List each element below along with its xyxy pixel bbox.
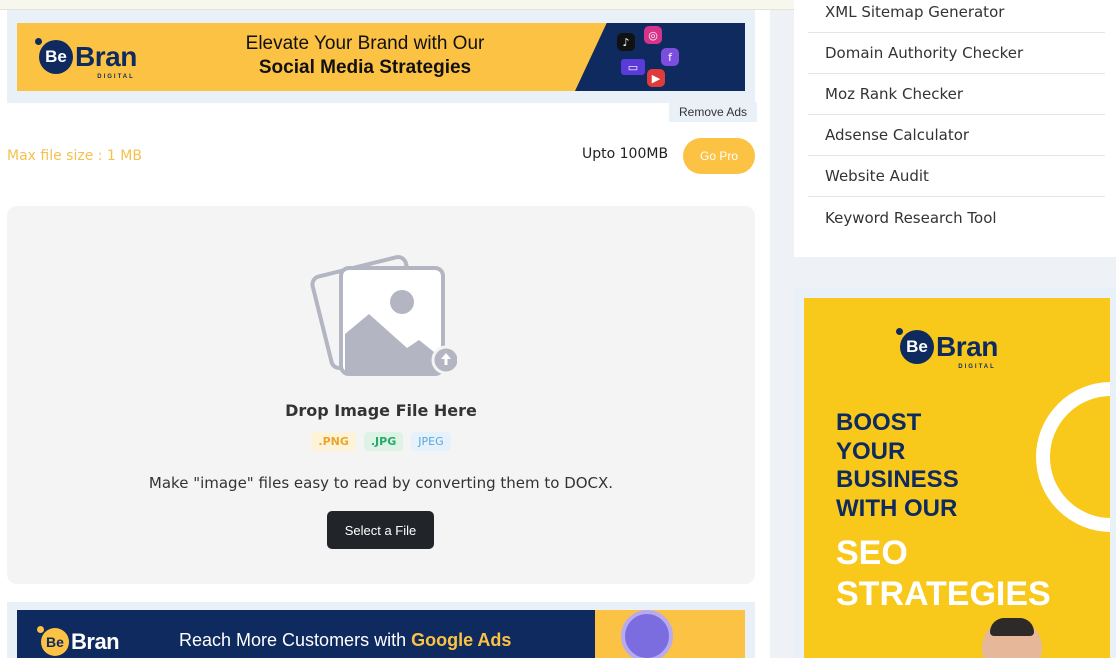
tools-list: XML Sitemap Generator Domain Authority C… bbox=[808, 0, 1105, 238]
instagram-icon: ◎ bbox=[644, 26, 662, 44]
format-badge-png: .PNG bbox=[311, 432, 356, 451]
file-dropzone[interactable]: Drop Image File Here .PNG .JPG JPEG Make… bbox=[7, 206, 755, 584]
bottom-ad-banner[interactable]: Be Bran Reach More Customers with Google… bbox=[17, 610, 745, 658]
ad-headline-line2: Social Media Strategies bbox=[258, 57, 472, 78]
tiktok-icon: ♪ bbox=[617, 33, 635, 51]
top-ad-container: Be Bran DIGITAL Elevate Your Brand with … bbox=[7, 10, 755, 103]
logo-dot bbox=[35, 38, 42, 45]
logo-bran: Bran bbox=[71, 629, 120, 654]
logo-bran: Bran bbox=[936, 331, 998, 362]
dropzone-title: Drop Image File Here bbox=[285, 401, 477, 420]
remove-ads-button[interactable]: Remove Ads bbox=[669, 102, 758, 122]
logo-be: Be bbox=[39, 40, 73, 74]
facebook-icon: f bbox=[661, 48, 679, 66]
logo-sub: DIGITAL bbox=[97, 74, 135, 80]
side-ad-boost-text: BOOST YOUR BUSINESS WITH OUR bbox=[836, 409, 959, 523]
phone-icon: ▭ bbox=[621, 59, 645, 75]
sidebar-item-keyword-research[interactable]: Keyword Research Tool bbox=[808, 197, 1105, 238]
dropzone-description: Make "image" files easy to read by conve… bbox=[148, 474, 614, 492]
bottom-ad-highlight: Google Ads bbox=[411, 630, 512, 650]
ad-headline: Elevate Your Brand with Our Social Media… bbox=[235, 33, 495, 79]
select-file-button[interactable]: Select a File bbox=[327, 511, 434, 549]
tools-sidebar: XML Sitemap Generator Domain Authority C… bbox=[794, 0, 1116, 257]
person-hair bbox=[990, 618, 1034, 636]
logo-sub: DIGITAL bbox=[958, 364, 996, 370]
bottom-ad-headline: Reach More Customers with Google Ads bbox=[179, 630, 511, 651]
ad-headline-line1: Elevate Your Brand with Our bbox=[245, 33, 485, 54]
format-badge-jpg: .JPG bbox=[363, 432, 404, 451]
image-upload-icon bbox=[310, 255, 457, 376]
logo-dot bbox=[896, 328, 903, 335]
seo-line: SEO bbox=[836, 534, 908, 572]
youtube-icon: ▶ bbox=[647, 69, 665, 87]
side-ad-container: Be Bran DIGITAL BOOST YOUR BUSINESS WITH… bbox=[794, 288, 1116, 658]
person-image bbox=[982, 618, 1042, 658]
logo-bran: Bran bbox=[75, 41, 137, 72]
format-badge-jpeg: JPEG bbox=[411, 432, 451, 451]
boost-line: BOOST bbox=[836, 409, 922, 436]
top-ad-banner[interactable]: Be Bran DIGITAL Elevate Your Brand with … bbox=[17, 23, 745, 91]
go-pro-button[interactable]: Go Pro bbox=[683, 138, 755, 174]
side-ad-seo-text: SEO STRATEGIES bbox=[836, 533, 1051, 615]
boost-line: WITH OUR bbox=[836, 494, 958, 522]
sidebar-item-adsense-calculator[interactable]: Adsense Calculator bbox=[808, 115, 1105, 156]
logo-be: Be bbox=[41, 628, 69, 656]
bottom-ad-text: Reach More Customers with bbox=[179, 630, 412, 650]
logo-be: Be bbox=[900, 330, 934, 364]
main-content: Be Bran DIGITAL Elevate Your Brand with … bbox=[0, 10, 770, 658]
logo-dot bbox=[37, 626, 44, 633]
bebran-logo: Be Bran DIGITAL bbox=[35, 38, 137, 80]
boost-line: YOUR bbox=[836, 437, 906, 465]
pro-limit-text: Upto 100MB bbox=[582, 146, 669, 162]
format-badges: .PNG .JPG JPEG bbox=[7, 432, 755, 451]
google-ads-icon bbox=[621, 610, 673, 658]
bebran-logo-bottom: Be Bran bbox=[37, 626, 120, 656]
sidebar-item-domain-authority[interactable]: Domain Authority Checker bbox=[808, 33, 1105, 74]
sidebar-item-website-audit[interactable]: Website Audit bbox=[808, 156, 1105, 197]
sidebar-item-xml-sitemap[interactable]: XML Sitemap Generator bbox=[808, 0, 1105, 33]
bebran-logo-side: Be Bran DIGITAL bbox=[896, 328, 998, 370]
seo-line: STRATEGIES bbox=[836, 575, 1051, 613]
sidebar-item-moz-rank[interactable]: Moz Rank Checker bbox=[808, 74, 1105, 115]
bottom-ad-container: Be Bran Reach More Customers with Google… bbox=[7, 602, 755, 658]
max-file-size: Max file size : 1 MB bbox=[7, 148, 142, 164]
ad-ring-shape bbox=[1036, 382, 1110, 532]
boost-line: BUSINESS bbox=[836, 466, 959, 493]
side-ad-banner[interactable]: Be Bran DIGITAL BOOST YOUR BUSINESS WITH… bbox=[804, 298, 1110, 658]
